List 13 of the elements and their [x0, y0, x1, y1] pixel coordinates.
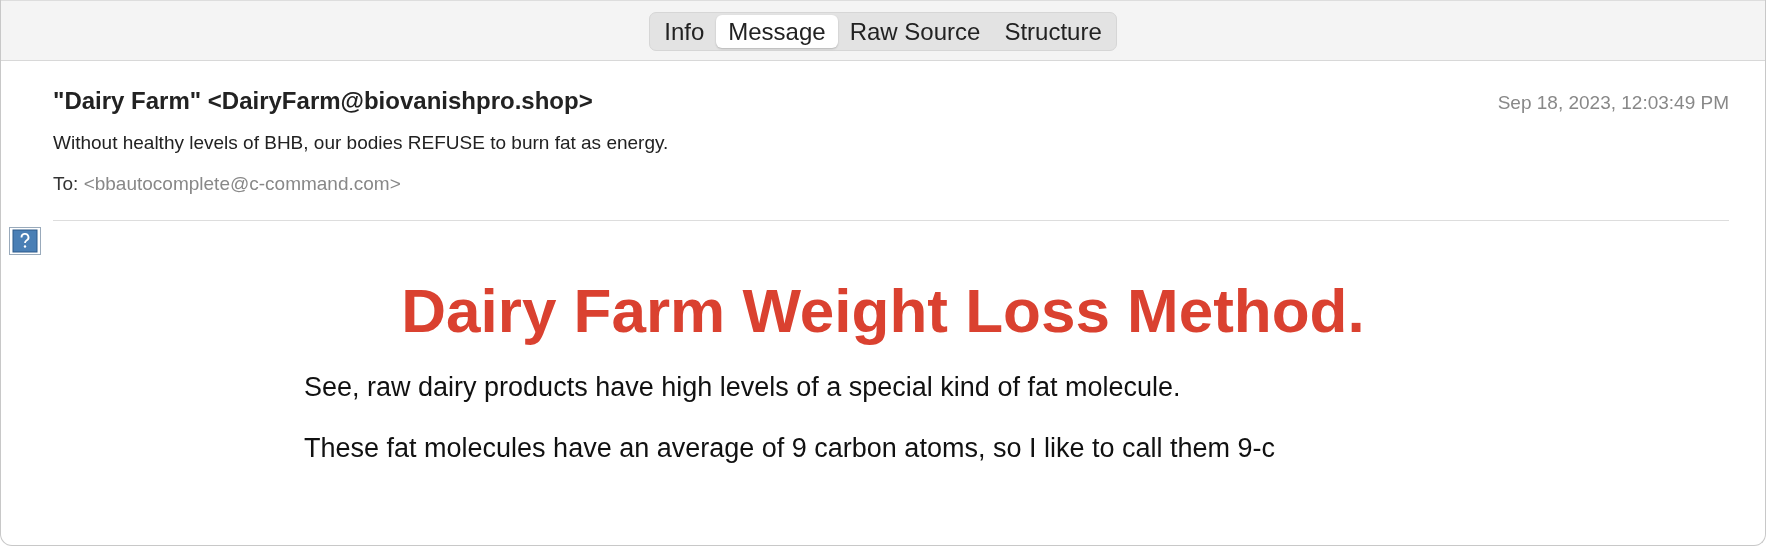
sender: "Dairy Farm" <DairyFarm@biovanishpro.shop>	[53, 86, 593, 116]
body-paragraph: See, raw dairy products have high levels of a special kind of fat molecule.	[304, 371, 1182, 404]
email-heading: Dairy Farm Weight Loss Method.	[400, 277, 1366, 346]
date: Sep 18, 2023, 12:03:49 PM	[1497, 91, 1729, 115]
broken-image-icon	[9, 227, 41, 255]
to-label: To:	[53, 172, 79, 194]
view-tab[interactable]: Raw Source	[837, 15, 993, 49]
view-tab[interactable]: Structure	[992, 15, 1114, 49]
recipient: <bbautocomplete@c-command.com>	[83, 172, 401, 194]
subject: Without healthy levels of BHB, our bodies REFUSE to burn fat as energy.	[53, 131, 670, 155]
view-tab[interactable]: Message	[716, 15, 838, 49]
view-tab[interactable]: Info	[652, 15, 717, 49]
body-paragraph: These fat molecules have an average of 9 carbon atoms, so I like to call them 9-c	[304, 431, 1276, 464]
